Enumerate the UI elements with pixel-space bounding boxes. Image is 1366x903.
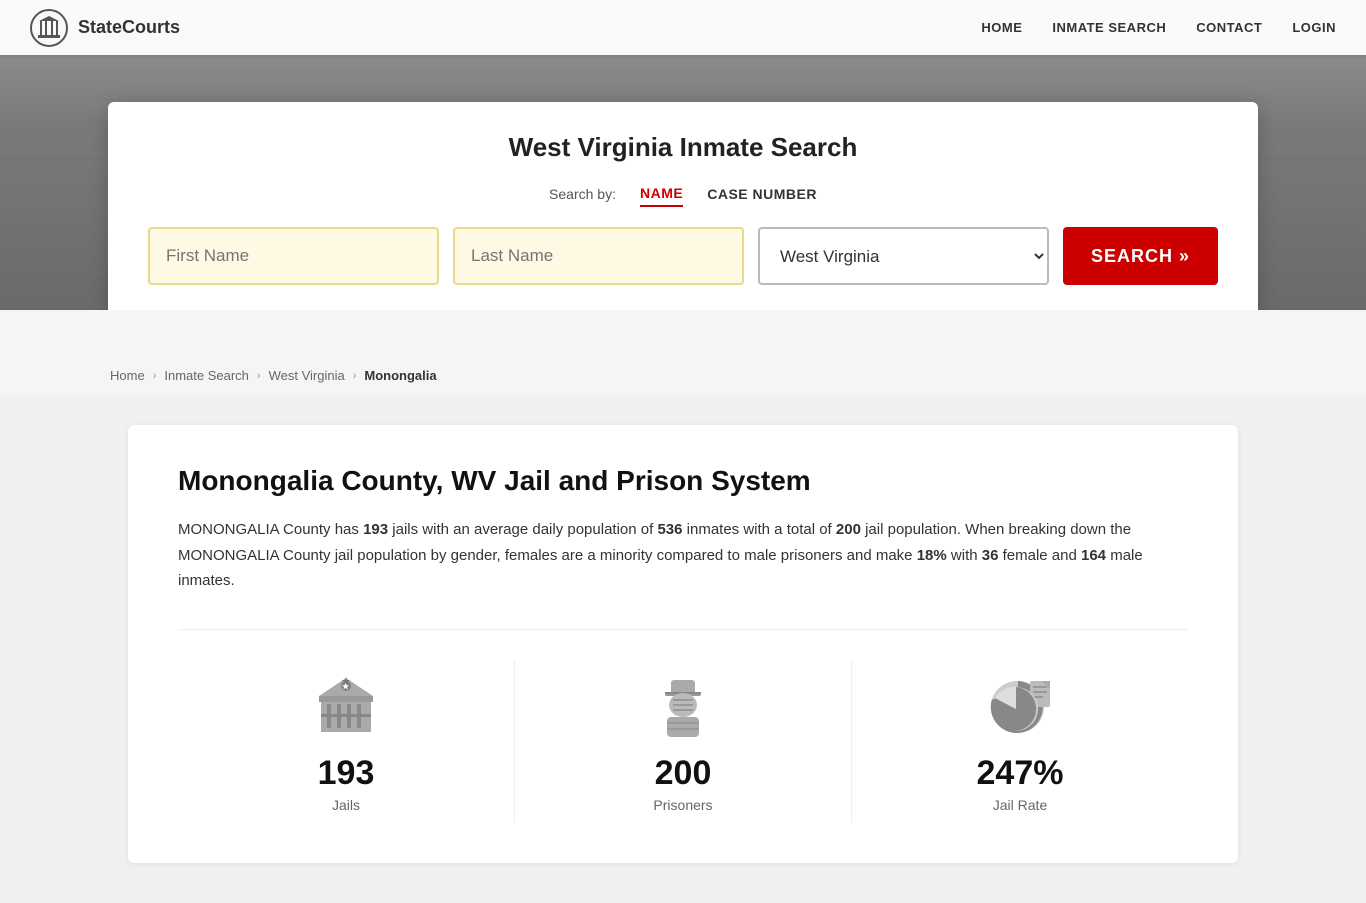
breadcrumb-home[interactable]: Home — [110, 368, 145, 383]
nav-contact[interactable]: CONTACT — [1196, 20, 1262, 35]
pie-chart-icon — [985, 670, 1055, 740]
stat-jail-rate-number: 247% — [977, 754, 1064, 793]
state-select[interactable]: West Virginia Alabama Alaska Virginia — [758, 227, 1049, 285]
breadcrumb: Home › Inmate Search › West Virginia › M… — [0, 310, 1366, 395]
stat-jails-label: Jails — [332, 797, 360, 813]
breadcrumb-sep-1: › — [153, 370, 157, 382]
search-form: West Virginia Alabama Alaska Virginia SE… — [148, 227, 1218, 285]
search-card-title: West Virginia Inmate Search — [148, 132, 1218, 163]
svg-text:★: ★ — [342, 682, 350, 691]
jail-icon: ★ — [311, 670, 381, 740]
breadcrumb-sep-2: › — [257, 370, 261, 382]
avg-pop: 536 — [657, 521, 682, 538]
tab-name[interactable]: NAME — [640, 181, 683, 207]
breadcrumb-inmate-search[interactable]: Inmate Search — [164, 368, 249, 383]
nav-inmate-search[interactable]: INMATE SEARCH — [1052, 20, 1166, 35]
logo-icon — [30, 9, 68, 47]
breadcrumb-current: Monongalia — [364, 368, 436, 383]
stat-prisoners: 200 Prisoners — [515, 660, 852, 823]
female-pct: 18% — [917, 547, 947, 564]
hero-section: COURTHOUSE StateCourts HOME INMATE SEARC… — [0, 0, 1366, 310]
stat-jails: ★ 193 Jails — [178, 660, 515, 823]
total-pop: 200 — [836, 521, 861, 538]
nav-login[interactable]: LOGIN — [1292, 20, 1336, 35]
tab-case-number[interactable]: CASE NUMBER — [707, 182, 817, 206]
logo-link[interactable]: StateCourts — [30, 9, 180, 47]
main-content: Monongalia County, WV Jail and Prison Sy… — [108, 395, 1258, 903]
jails-count: 193 — [363, 521, 388, 538]
breadcrumb-sep-3: › — [353, 370, 357, 382]
prisoner-icon — [648, 670, 718, 740]
stat-jail-rate-label: Jail Rate — [993, 797, 1047, 813]
content-desc: MONONGALIA County has 193 jails with an … — [178, 517, 1188, 594]
nav-home[interactable]: HOME — [981, 20, 1022, 35]
search-by-label: Search by: — [549, 186, 616, 202]
content-card: Monongalia County, WV Jail and Prison Sy… — [128, 425, 1238, 863]
stat-jail-rate: 247% Jail Rate — [852, 660, 1188, 823]
stat-prisoners-number: 200 — [655, 754, 712, 793]
logo-text: StateCourts — [78, 17, 180, 38]
nav-links: HOME INMATE SEARCH CONTACT LOGIN — [981, 19, 1336, 37]
stat-prisoners-label: Prisoners — [653, 797, 712, 813]
search-card: West Virginia Inmate Search Search by: N… — [108, 102, 1258, 310]
last-name-input[interactable] — [453, 227, 744, 285]
male-count: 164 — [1081, 547, 1106, 564]
first-name-input[interactable] — [148, 227, 439, 285]
navbar: StateCourts HOME INMATE SEARCH CONTACT L… — [0, 0, 1366, 55]
search-button[interactable]: SEARCH » — [1063, 227, 1218, 285]
female-count: 36 — [982, 547, 999, 564]
breadcrumb-state[interactable]: West Virginia — [269, 368, 345, 383]
search-tabs: Search by: NAME CASE NUMBER — [148, 181, 1218, 207]
stats-row: ★ 193 Jails — [178, 629, 1188, 823]
content-title: Monongalia County, WV Jail and Prison Sy… — [178, 465, 1188, 497]
stat-jails-number: 193 — [318, 754, 375, 793]
